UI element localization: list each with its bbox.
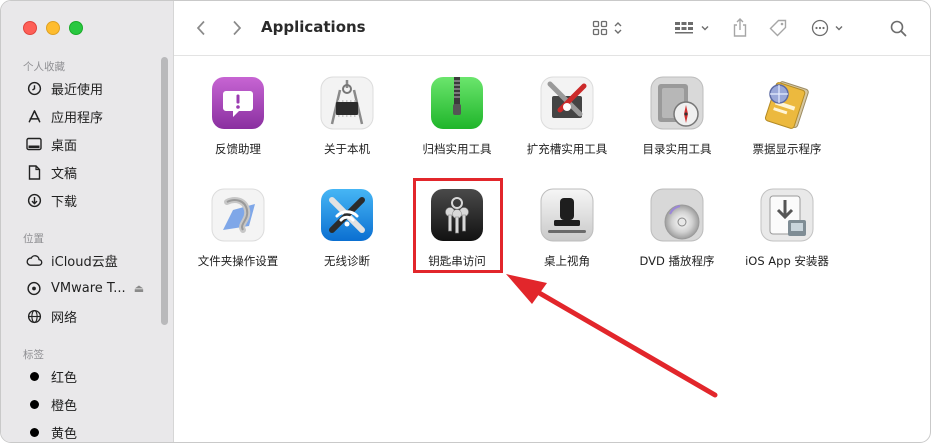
finder-window: 个人收藏 最近使用 应用程序 桌面 文稿 下载 位置 iCloud云盘 VMwa… <box>0 0 931 443</box>
annotation-arrow <box>506 274 718 398</box>
